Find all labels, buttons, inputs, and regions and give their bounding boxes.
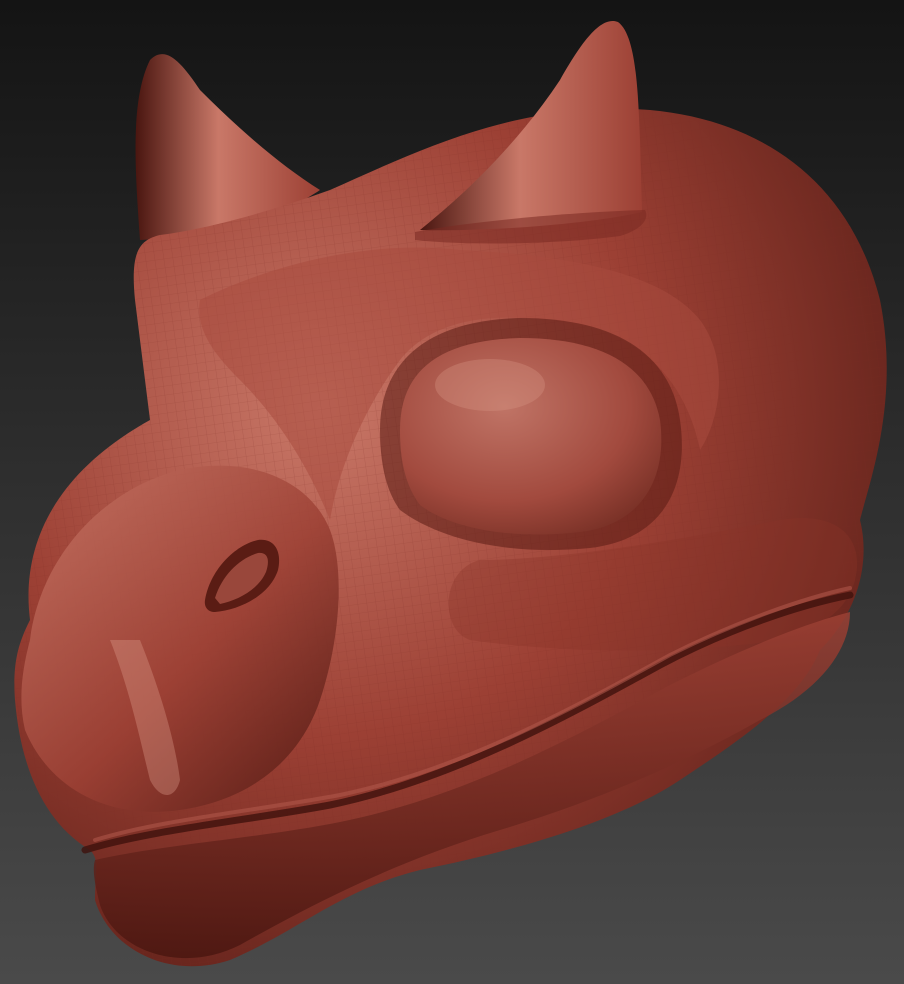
sculpt-viewport[interactable] [0,0,904,984]
eye-highlight [435,359,545,411]
sculpt-canvas[interactable] [0,0,904,984]
eye-bulge [400,338,662,535]
